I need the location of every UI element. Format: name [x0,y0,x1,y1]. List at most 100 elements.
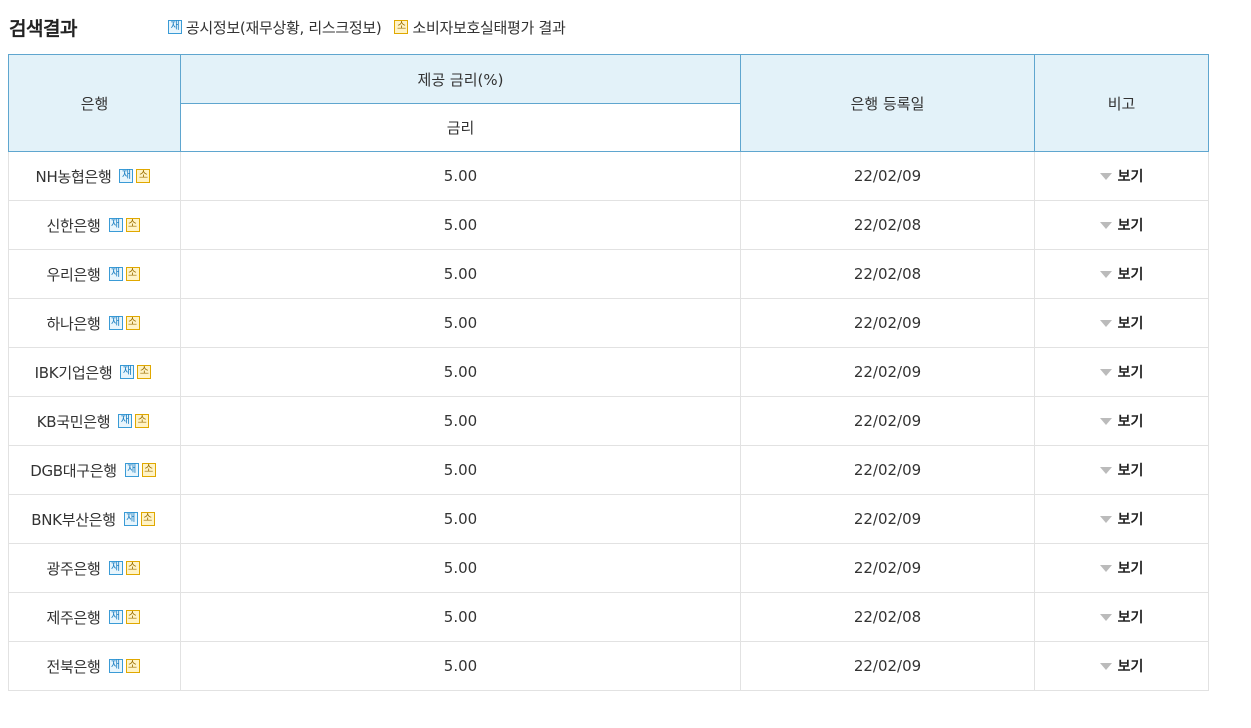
consumer-badge-icon[interactable]: 소 [125,561,140,575]
note-cell: 보기 [1034,249,1209,299]
view-button[interactable]: 보기 [1099,656,1144,676]
disclosure-badge-icon[interactable]: 재 [108,659,123,673]
triangle-down-icon [1099,466,1112,474]
view-label: 보기 [1117,414,1144,431]
bank-cell: BNK부산은행 재 소 [8,494,181,544]
bank-cell-content: 전북은행 재 소 [46,656,142,677]
disclosure-badge-icon[interactable]: 재 [108,610,123,624]
disclosure-badge-icon[interactable]: 재 [108,218,123,232]
rate-cell: 5.00 [180,200,741,250]
bank-cell: NH농협은행 재 소 [8,151,181,201]
rate-cell: 5.00 [180,298,741,348]
table-row: 광주은행 재 소 5.00 22/02/09 보기 [8,543,1209,593]
view-label: 보기 [1117,316,1144,333]
view-label: 보기 [1117,610,1144,627]
note-cell: 보기 [1034,592,1209,642]
note-cell: 보기 [1034,298,1209,348]
legend-item-disclosure: 재 공시정보(재무상황, 리스크정보) [167,17,382,38]
disclosure-badge-icon[interactable]: 재 [108,561,123,575]
table-row: 신한은행 재 소 5.00 22/02/08 보기 [8,200,1209,250]
bank-cell: KB국민은행 재 소 [8,396,181,446]
disclosure-badge-icon[interactable]: 재 [119,169,134,183]
consumer-badge-icon[interactable]: 소 [125,316,140,330]
note-cell: 보기 [1034,641,1209,691]
bank-name: 우리은행 [46,265,101,284]
table-row: BNK부산은행 재 소 5.00 22/02/09 보기 [8,494,1209,544]
results-table: 은행 제공 금리(%) 은행 등록일 비고 금리 NH농협은행 재 소 5.00 22/… [8,54,1209,691]
bank-cell: 우리은행 재 소 [8,249,181,299]
date-cell: 22/02/09 [740,151,1035,201]
bank-name: IBK기업은행 [34,363,113,382]
bank-cell-content: 하나은행 재 소 [46,313,142,334]
bank-name: 하나은행 [46,314,101,333]
table-row: 전북은행 재 소 5.00 22/02/09 보기 [8,641,1209,691]
triangle-down-icon [1099,662,1112,670]
legend-item-consumer: 소 소비자보호실태평가 결과 [394,17,566,38]
view-button[interactable]: 보기 [1099,313,1144,333]
header-rate: 금리 [180,103,741,152]
triangle-down-icon [1099,417,1112,425]
triangle-down-icon [1099,368,1112,376]
bank-name: 제주은행 [46,608,101,627]
bank-cell: 신한은행 재 소 [8,200,181,250]
date-cell: 22/02/08 [740,249,1035,299]
legend-label-disclosure: 공시정보(재무상황, 리스크정보) [185,18,382,37]
header-date: 은행 등록일 [740,54,1035,152]
disclosure-badge-icon[interactable]: 재 [120,365,135,379]
triangle-down-icon [1099,172,1112,180]
view-label: 보기 [1117,169,1144,186]
disclosure-badge-icon[interactable]: 재 [124,463,139,477]
rate-cell: 5.00 [180,249,741,299]
note-cell: 보기 [1034,543,1209,593]
view-label: 보기 [1117,267,1144,284]
table-row: 제주은행 재 소 5.00 22/02/08 보기 [8,592,1209,642]
bank-cell-content: 광주은행 재 소 [46,558,142,579]
consumer-badge-icon[interactable]: 소 [141,463,156,477]
rate-cell: 5.00 [180,445,741,495]
bank-cell: DGB대구은행 재 소 [8,445,181,495]
consumer-badge-icon[interactable]: 소 [125,659,140,673]
view-button[interactable]: 보기 [1099,215,1143,235]
table-row: 우리은행 재 소 5.00 22/02/08 보기 [8,249,1209,299]
consumer-badge-icon[interactable]: 소 [136,169,151,183]
disclosure-badge-icon[interactable]: 재 [108,316,123,330]
consumer-badge-icon: 소 [394,20,409,34]
date-cell: 22/02/08 [740,592,1035,642]
bank-cell: IBK기업은행 재 소 [8,347,181,397]
view-button[interactable]: 보기 [1099,607,1144,627]
legend: 재 공시정보(재무상황, 리스크정보) 소 소비자보호실태평가 결과 [167,17,579,38]
disclosure-badge-icon[interactable]: 재 [123,512,138,526]
view-button[interactable]: 보기 [1099,411,1144,431]
consumer-badge-icon[interactable]: 소 [125,610,140,624]
rate-cell: 5.00 [180,641,741,691]
bank-name: BNK부산은행 [31,510,116,529]
date-cell: 22/02/09 [740,494,1035,544]
triangle-down-icon [1099,319,1112,327]
bank-cell: 제주은행 재 소 [8,592,181,642]
view-button[interactable]: 보기 [1099,558,1143,578]
note-cell: 보기 [1034,200,1209,250]
date-cell: 22/02/09 [740,641,1035,691]
view-label: 보기 [1117,463,1144,480]
bank-cell: 광주은행 재 소 [8,543,181,593]
disclosure-badge-icon: 재 [167,20,182,34]
view-button[interactable]: 보기 [1099,362,1143,382]
bank-cell-content: KB국민은행 재 소 [37,411,153,432]
consumer-badge-icon[interactable]: 소 [125,218,140,232]
bank-cell-content: IBK기업은행 재 소 [35,362,155,383]
view-button[interactable]: 보기 [1099,264,1144,284]
view-label: 보기 [1117,659,1144,676]
rate-cell: 5.00 [180,543,741,593]
disclosure-badge-icon[interactable]: 재 [108,267,123,281]
consumer-badge-icon[interactable]: 소 [135,414,150,428]
view-button[interactable]: 보기 [1099,509,1143,529]
header-rate-group: 제공 금리(%) [180,54,741,104]
view-button[interactable]: 보기 [1099,166,1144,186]
disclosure-badge-icon[interactable]: 재 [118,414,133,428]
consumer-badge-icon[interactable]: 소 [125,267,140,281]
table-row: 하나은행 재 소 5.00 22/02/09 보기 [8,298,1209,348]
consumer-badge-icon[interactable]: 소 [137,365,152,379]
consumer-badge-icon[interactable]: 소 [140,512,155,526]
view-button[interactable]: 보기 [1099,460,1144,480]
date-cell: 22/02/09 [740,543,1035,593]
